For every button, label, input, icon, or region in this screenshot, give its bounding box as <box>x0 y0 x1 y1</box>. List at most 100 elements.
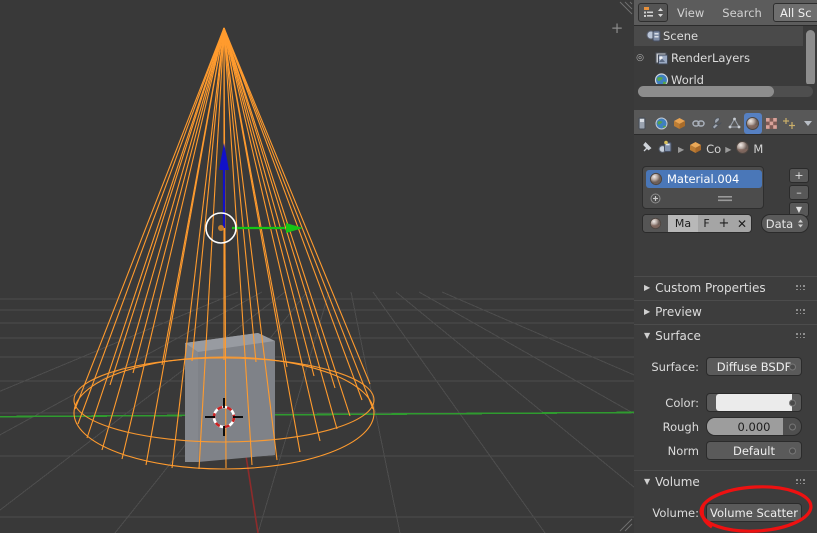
outliner-display-mode-dropdown[interactable]: All Sc <box>773 3 817 22</box>
outliner-row-renderlayers[interactable]: ◎ RenderLayers <box>634 48 803 68</box>
normal-value: Default <box>732 443 776 458</box>
chain-icon <box>691 119 705 127</box>
constraints-tab[interactable] <box>689 113 707 134</box>
texture-tab[interactable] <box>762 113 780 134</box>
outliner-expand-icon[interactable]: ◎ <box>634 53 646 63</box>
breadcrumb: ▶ Co ▶ M <box>634 135 817 163</box>
volume-shader-value: Volume Scatter <box>710 505 798 520</box>
color-label: Color: <box>665 395 699 410</box>
list-grip-icon[interactable] <box>714 194 736 203</box>
outliner-vertical-scrollbar[interactable] <box>806 30 815 86</box>
properties-editor[interactable]: ▶ Co ▶ M Material.004 + – ▼ Ma F + ✕ Dat… <box>634 110 817 533</box>
cube-icon <box>674 117 686 129</box>
material-slot-selected[interactable]: Material.004 <box>646 170 762 188</box>
editor-type-selector[interactable] <box>638 3 668 22</box>
outliner-menu-view[interactable]: View <box>668 6 713 20</box>
color-field[interactable] <box>706 393 802 412</box>
outliner-menu-search[interactable]: Search <box>713 6 771 20</box>
chevron-right-icon: ▶ <box>644 307 651 316</box>
outliner-horizontal-scroll-thumb[interactable] <box>638 86 774 97</box>
surface-shader-row: Surface: Diffuse BSDF <box>634 356 817 377</box>
node-socket-dot[interactable] <box>789 399 796 406</box>
scene-icon[interactable] <box>658 140 674 158</box>
remove-material-slot-button[interactable]: – <box>789 185 809 200</box>
properties-tab-overflow[interactable] <box>799 113 817 134</box>
outliner-display-mode-label: All Sc <box>780 5 812 20</box>
3d-viewport[interactable]: + <box>0 0 634 533</box>
custom-properties-panel-title: Custom Properties <box>655 280 766 295</box>
surface-shader-value: Diffuse BSDF <box>716 359 792 374</box>
material-tab[interactable] <box>743 112 763 134</box>
properties-tab-strip <box>634 110 817 135</box>
preview-panel-title: Preview <box>655 304 702 319</box>
fake-user-button[interactable]: F <box>698 215 715 232</box>
volume-shader-row: Volume: Volume Scatter <box>634 502 817 523</box>
material-name-field[interactable]: Ma <box>668 215 698 232</box>
unlink-material-button[interactable]: ✕ <box>733 215 751 232</box>
surface-shader-dropdown[interactable]: Diffuse BSDF <box>706 357 802 376</box>
browse-material-button[interactable] <box>643 215 668 232</box>
outliner-row-label: Scene <box>663 29 699 43</box>
node-socket-dot[interactable] <box>789 447 796 454</box>
panel-grip-icon <box>796 333 807 340</box>
chevron-down-icon <box>803 120 812 126</box>
breadcrumb-arrow-2: ▶ <box>725 144 732 154</box>
material-slot-resize-grip[interactable] <box>646 191 762 205</box>
particles-icon <box>783 117 796 129</box>
material-icon[interactable] <box>735 140 750 158</box>
modifiers-tab[interactable] <box>707 113 725 134</box>
chevron-updown-icon <box>657 8 663 17</box>
render-tab[interactable] <box>634 113 652 134</box>
outliner-editor[interactable]: View Search All Sc Scene ◎ RenderLayers … <box>634 0 817 110</box>
add-slot-icon[interactable] <box>650 193 661 204</box>
camera-back-icon <box>638 117 646 129</box>
outliner-row-label: RenderLayers <box>671 51 750 65</box>
chevron-down-icon: ▼ <box>644 477 651 486</box>
preview-panel-header[interactable]: ▶ Preview <box>634 300 817 322</box>
wrench-icon <box>711 117 722 130</box>
chevron-down-icon: ▼ <box>644 331 651 340</box>
viewport-add-tab[interactable]: + <box>610 21 624 36</box>
roughness-label: Rough <box>662 419 699 434</box>
material-link-label: Data <box>765 216 794 231</box>
pin-icon[interactable] <box>640 140 655 158</box>
material-link-dropdown[interactable]: Data <box>761 214 809 233</box>
renderlayers-icon <box>654 51 671 66</box>
custom-properties-panel-header[interactable]: ▶ Custom Properties <box>634 276 817 298</box>
object-tab[interactable] <box>671 113 689 134</box>
normal-row: Norm Default <box>634 440 817 461</box>
node-socket-dot[interactable] <box>789 423 796 430</box>
normal-dropdown[interactable]: Default <box>706 441 802 460</box>
volume-shader-dropdown[interactable]: Volume Scatter <box>706 503 802 522</box>
outliner-row-scene[interactable]: Scene <box>634 26 803 46</box>
material-slot-label: Material.004 <box>667 172 740 186</box>
volume-panel-header[interactable]: ▼ Volume <box>634 470 817 492</box>
chevron-updown-icon <box>798 219 804 228</box>
material-sphere-icon <box>746 116 760 130</box>
roughness-slider[interactable]: 0.000 <box>706 417 802 436</box>
new-material-button[interactable]: + <box>715 215 733 232</box>
outliner-header: View Search All Sc <box>634 0 817 26</box>
object-icon[interactable] <box>688 140 703 158</box>
mesh-data-icon <box>728 117 741 128</box>
color-swatch[interactable] <box>716 394 792 411</box>
node-socket-dot[interactable] <box>789 363 796 370</box>
normal-label: Norm <box>667 443 699 458</box>
material-sphere-icon <box>649 217 662 230</box>
add-slot-label: + <box>794 169 804 182</box>
surface-panel-title: Surface <box>655 328 701 343</box>
material-sphere-icon <box>649 172 663 186</box>
material-datablock-row: Ma F + ✕ Data <box>642 214 809 233</box>
material-datablock-widget[interactable]: Ma F + ✕ <box>642 214 752 233</box>
data-tab[interactable] <box>725 113 743 134</box>
breadcrumb-material-label: M <box>753 142 764 156</box>
surface-panel-header[interactable]: ▼ Surface <box>634 324 817 346</box>
panel-grip-icon <box>796 479 807 486</box>
volume-shader-label: Volume: <box>652 505 699 520</box>
add-material-slot-button[interactable]: + <box>789 168 809 183</box>
scene-world-tab[interactable] <box>652 113 670 134</box>
blender-window: + View Search All Sc Scene ◎ RenderLayer… <box>0 0 817 533</box>
particles-tab[interactable] <box>780 113 798 134</box>
material-slot-list[interactable]: Material.004 <box>642 166 764 209</box>
volume-panel-title: Volume <box>655 474 700 489</box>
